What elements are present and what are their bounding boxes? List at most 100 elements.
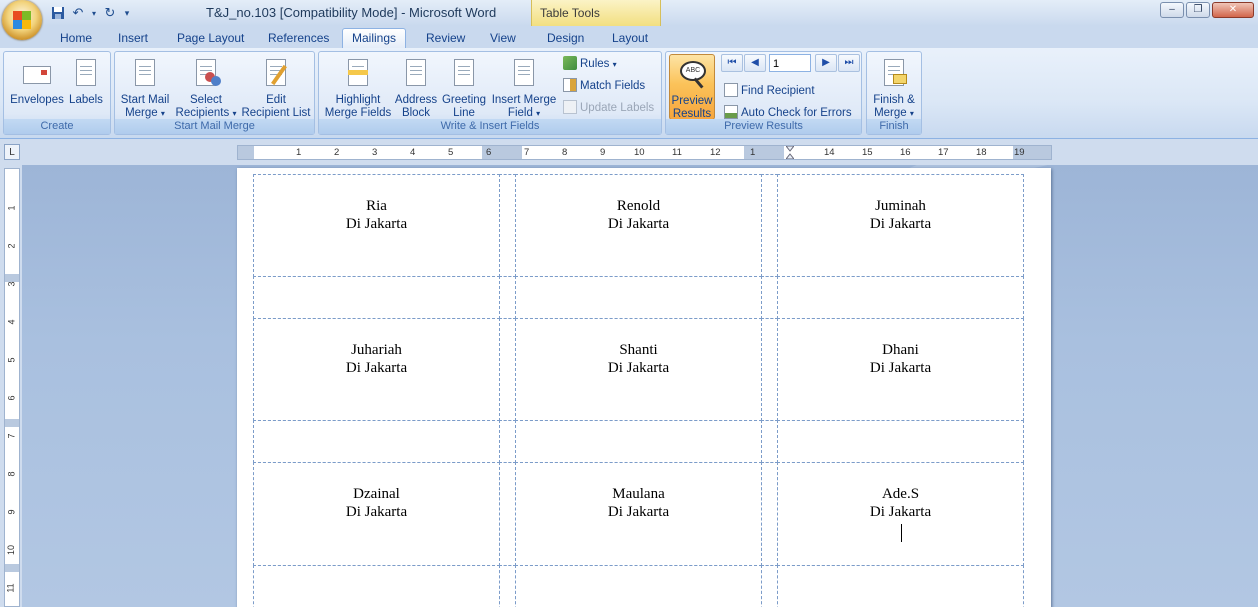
label-cell[interactable]: Juhariah Di Jakarta <box>253 318 500 421</box>
rules-button[interactable]: Rules ▾ <box>563 55 617 73</box>
first-record-icon[interactable]: ⏮ <box>721 54 743 72</box>
find-recipient-label: Find Recipient <box>741 85 815 97</box>
ruler-number: 3 <box>372 147 378 158</box>
find-recipient-button[interactable]: Find Recipient <box>724 82 815 100</box>
gap-cell[interactable] <box>499 420 516 463</box>
gap-cell[interactable] <box>515 565 762 607</box>
undo-dropdown-icon[interactable]: ▾ <box>90 5 98 21</box>
finish-merge-button[interactable]: Finish & Merge ▾ <box>869 54 919 120</box>
maximize-icon[interactable]: ❐ <box>1186 2 1210 18</box>
start-mail-merge-button[interactable]: Start Mail Merge ▾ <box>117 54 173 120</box>
tab-home[interactable]: Home <box>51 29 101 48</box>
ruler-number: 5 <box>6 357 17 363</box>
greeting-line-button[interactable]: Greeting Line <box>439 54 489 120</box>
match-fields-button[interactable]: Match Fields <box>563 77 645 95</box>
ruler-number: 6 <box>486 147 492 158</box>
preview-results-label-1: Preview <box>671 95 713 107</box>
last-record-icon[interactable]: ⏭ <box>838 54 860 72</box>
tab-page-layout[interactable]: Page Layout <box>168 29 253 48</box>
gap-cell[interactable] <box>515 276 762 319</box>
label-name: Ade.S <box>881 486 920 502</box>
label-cell[interactable]: Dzainal Di Jakarta <box>253 462 500 566</box>
gap-cell[interactable] <box>499 276 516 319</box>
edit-recipient-list-label-1: Edit <box>266 94 286 106</box>
tab-insert[interactable]: Insert <box>109 29 157 48</box>
indent-marker-icon[interactable] <box>785 146 795 159</box>
tab-references[interactable]: References <box>259 29 338 48</box>
ruler-left-margin <box>238 146 254 159</box>
label-cell[interactable]: Dhani Di Jakarta <box>777 318 1024 421</box>
label-cell[interactable]: Renold Di Jakarta <box>515 174 762 277</box>
save-icon[interactable] <box>50 5 66 21</box>
labels-button[interactable]: Labels <box>66 54 106 107</box>
ruler-number: 14 <box>824 147 835 158</box>
find-recipient-icon <box>724 83 738 97</box>
group-label-finish: Finish <box>867 119 921 134</box>
spacer-cell[interactable] <box>761 318 778 421</box>
tab-view[interactable]: View <box>481 29 525 48</box>
group-label-preview-results: Preview Results <box>666 119 861 134</box>
highlight-merge-fields-button[interactable]: Highlight Merge Fields <box>323 54 393 120</box>
redo-icon[interactable]: ↻ <box>102 5 118 21</box>
ruler-number: 5 <box>448 147 454 158</box>
undo-icon[interactable]: ↶ <box>70 5 86 21</box>
envelopes-button[interactable]: Envelopes <box>8 54 66 107</box>
group-label-start-mail-merge: Start Mail Merge <box>115 119 314 134</box>
select-recipients-button[interactable]: Select Recipients ▾ <box>173 54 239 120</box>
gap-cell[interactable] <box>499 565 516 607</box>
vertical-ruler[interactable]: 1 2 3 4 5 6 7 8 9 10 11 <box>4 168 20 607</box>
document-page[interactable]: Ria Di Jakarta Renold Di Jakarta Juminah… <box>237 168 1051 607</box>
minimize-icon[interactable]: – <box>1160 2 1184 18</box>
gap-cell[interactable] <box>253 420 500 463</box>
office-logo-icon <box>13 11 31 29</box>
gap-cell[interactable] <box>761 276 778 319</box>
gap-cell[interactable] <box>253 276 500 319</box>
tab-design[interactable]: Design <box>538 29 593 48</box>
spacer-cell[interactable] <box>761 174 778 277</box>
tab-selector-icon[interactable]: L <box>4 144 20 160</box>
customize-toolbar-icon[interactable]: ▾ <box>122 5 132 21</box>
label-cell[interactable]: Ria Di Jakarta <box>253 174 500 277</box>
label-city: Di Jakarta <box>869 504 932 520</box>
label-cell[interactable]: Maulana Di Jakarta <box>515 462 762 566</box>
insert-merge-field-button[interactable]: Insert Merge Field ▾ <box>489 54 559 120</box>
gap-cell[interactable] <box>515 420 762 463</box>
tab-mailings[interactable]: Mailings <box>342 28 407 49</box>
ruler-number: 6 <box>6 395 17 401</box>
ruler-number: 1 <box>6 205 17 211</box>
edit-recipient-list-button[interactable]: Edit Recipient List <box>239 54 313 120</box>
ruler-number: 15 <box>862 147 873 158</box>
close-icon[interactable]: ✕ <box>1212 2 1254 18</box>
ruler-gap <box>5 419 19 427</box>
label-cell[interactable]: Shanti Di Jakarta <box>515 318 762 421</box>
spacer-cell[interactable] <box>499 318 516 421</box>
horizontal-ruler[interactable]: 1 2 3 4 5 6 7 8 9 10 11 12 1 14 15 16 17… <box>237 145 1052 160</box>
tab-review[interactable]: Review <box>417 29 474 48</box>
tab-layout[interactable]: Layout <box>603 29 657 48</box>
label-cell[interactable]: Ade.S Di Jakarta <box>777 462 1024 566</box>
ruler-number: 3 <box>6 281 17 287</box>
previous-record-icon[interactable]: ◀ <box>744 54 766 72</box>
spacer-cell[interactable] <box>499 174 516 277</box>
gap-cell[interactable] <box>777 565 1024 607</box>
record-number-input[interactable]: 1 <box>769 54 811 72</box>
dropdown-arrow-icon: ▾ <box>909 109 914 118</box>
next-record-icon[interactable]: ▶ <box>815 54 837 72</box>
office-button[interactable] <box>2 0 42 40</box>
gap-cell[interactable] <box>777 420 1024 463</box>
address-block-button[interactable]: Address Block <box>393 54 439 120</box>
preview-results-button[interactable]: ABC Preview Results <box>669 54 715 120</box>
auto-check-errors-label: Auto Check for Errors <box>741 107 852 119</box>
gap-cell[interactable] <box>761 565 778 607</box>
spacer-cell[interactable] <box>761 462 778 566</box>
ruler-number: 19 <box>1014 147 1025 158</box>
gap-cell[interactable] <box>777 276 1024 319</box>
gap-cell[interactable] <box>253 565 500 607</box>
dropdown-arrow-icon: ▾ <box>612 60 617 69</box>
update-labels-button[interactable]: Update Labels <box>563 99 654 117</box>
ruler-number: 10 <box>6 544 17 556</box>
spacer-cell[interactable] <box>499 462 516 566</box>
gap-cell[interactable] <box>761 420 778 463</box>
update-labels-label: Update Labels <box>580 102 655 114</box>
label-cell[interactable]: Juminah Di Jakarta <box>777 174 1024 277</box>
